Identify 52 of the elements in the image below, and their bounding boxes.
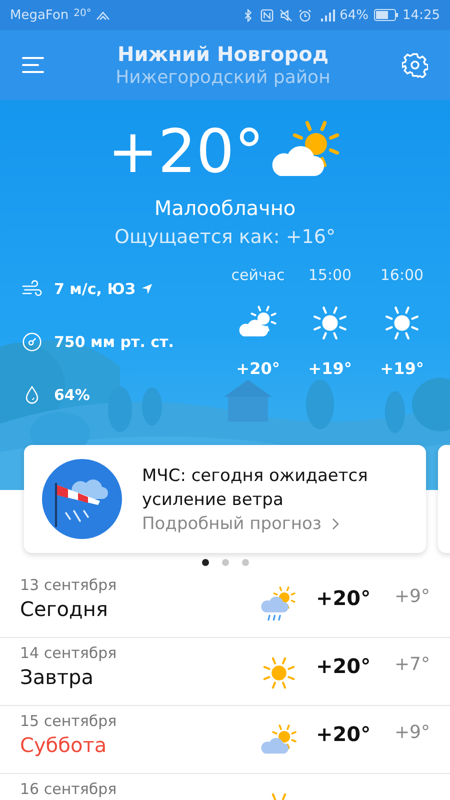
day-date: 14 сентября xyxy=(20,644,118,662)
weather-condition: Малооблачно xyxy=(154,196,296,220)
day-name: Завтра xyxy=(20,664,94,690)
settings-icon xyxy=(402,52,428,78)
detail-value: 7 м/с, ЮЗ xyxy=(54,280,136,298)
night-temperature: +9° xyxy=(393,722,430,743)
day-row[interactable]: 16 сентября xyxy=(0,774,450,800)
hour-temperature: +20° xyxy=(236,358,280,380)
status-temperature: 20° xyxy=(74,8,92,18)
hour-time: сейчас xyxy=(231,265,285,286)
windsock-icon xyxy=(42,459,122,539)
night-temperature: +9° xyxy=(393,586,430,607)
chevron-icon xyxy=(331,518,340,530)
day-name: Сегодня xyxy=(20,596,109,622)
day-temperature: +20° xyxy=(316,586,372,610)
district-name: Нижегородский район xyxy=(114,67,332,88)
nfc-icon xyxy=(260,8,274,22)
direction-arrow-icon xyxy=(141,282,154,294)
detail-value: 750 мм рт. ст. xyxy=(54,332,174,350)
page-dot[interactable] xyxy=(222,559,228,566)
hour-time: 15:00 xyxy=(308,265,352,286)
mute-icon xyxy=(278,8,293,22)
gauge-icon xyxy=(22,332,42,352)
day-row[interactable]: 14 сентября Завтра +20° +7° xyxy=(0,638,450,706)
day-date: 13 сентября xyxy=(20,576,118,594)
day-date: 16 сентября xyxy=(20,780,118,798)
clock-time: 14:25 xyxy=(402,8,440,22)
alarm-icon xyxy=(298,8,312,22)
hour-temperature: +19° xyxy=(308,358,352,380)
day-row[interactable]: 15 сентября Суббота +20° +9° xyxy=(0,706,450,774)
day-temperature: +20° xyxy=(316,722,372,746)
alert-message: МЧС: сегодня ожидается усиление ветра xyxy=(142,465,369,512)
current-temperature: +20° xyxy=(108,116,264,189)
detailed-forecast-link[interactable]: Подробный прогноз xyxy=(142,514,408,534)
carrier-name: MegaFon xyxy=(10,8,69,22)
detail-value: 64% xyxy=(54,386,90,404)
city-name: Нижний Новгород xyxy=(116,42,330,66)
battery-percentage: 64% xyxy=(340,8,369,22)
day-temperature: +20° xyxy=(316,654,372,678)
night-temperature: +7° xyxy=(393,654,430,675)
alert-card[interactable]: МЧС: сегодня ожидается усиление ветра Подробный прогноз xyxy=(24,445,426,553)
hour-time: 16:00 xyxy=(380,265,424,286)
hour-temperature: +19° xyxy=(380,358,424,380)
day-row[interactable]: 13 сентября Сегодня +20° +9° xyxy=(0,570,450,638)
wind-icon xyxy=(22,278,42,298)
page-dot[interactable] xyxy=(242,559,248,566)
feels-like: Ощущается как: +16° xyxy=(114,226,336,248)
menu-icon xyxy=(22,56,44,74)
page-dot[interactable] xyxy=(202,559,208,566)
day-date: 15 сентября xyxy=(20,712,118,730)
battery-icon xyxy=(374,9,398,21)
day-name: Суббота xyxy=(20,732,108,758)
